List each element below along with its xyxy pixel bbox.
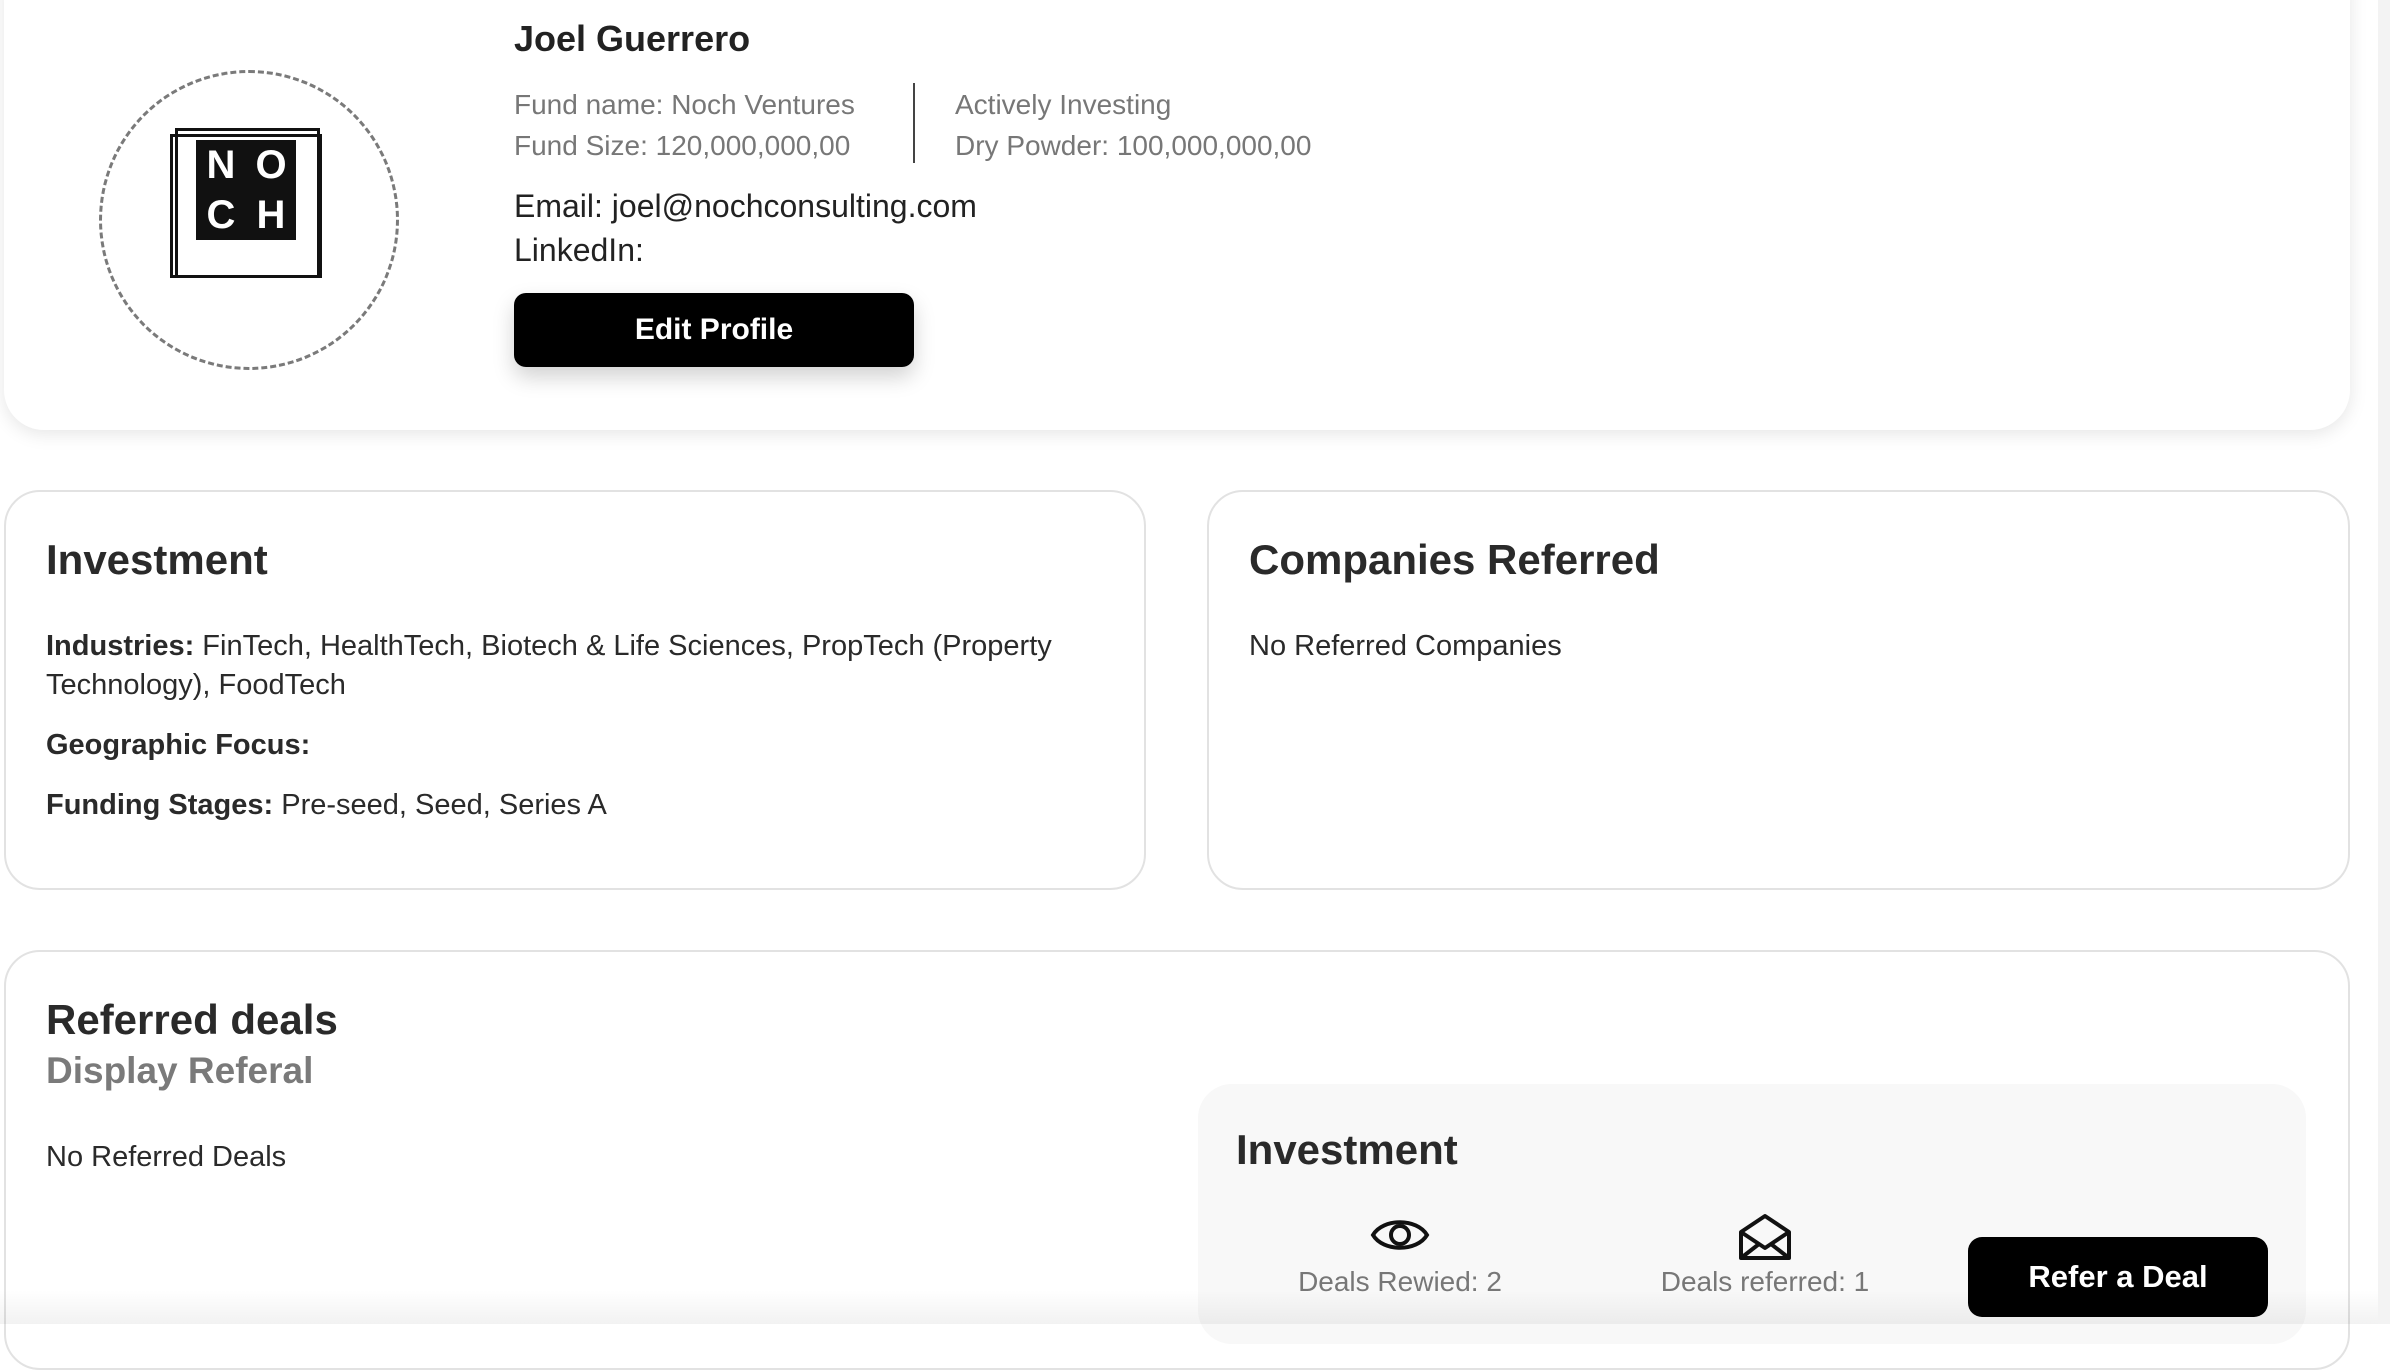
linkedin: LinkedIn: (514, 232, 644, 268)
fund-name: Fund name: Noch Ventures (514, 89, 855, 120)
geo-label: Geographic Focus: (46, 729, 311, 761)
logo-letter: H (256, 193, 286, 237)
edit-profile-button[interactable]: Edit Profile (514, 293, 914, 367)
deals-reviewed-stat: Deals Rewied: 2 (1280, 1212, 1520, 1298)
deals-referred-stat: Deals referred: 1 (1640, 1212, 1890, 1298)
industries-label: Industries: (46, 630, 195, 662)
funding-stages: Funding Stages: Pre-seed, Seed, Series A (46, 786, 607, 825)
envelope-open-icon (1739, 1214, 1791, 1260)
scrollbar-track[interactable] (2378, 0, 2390, 1324)
logo-letter: O (255, 143, 287, 187)
email: Email: joel@nochconsulting.com (514, 188, 977, 224)
geographic-focus: Geographic Focus: (46, 726, 310, 765)
bottom-fade (0, 1290, 2390, 1324)
stages-label: Funding Stages: (46, 789, 274, 821)
stages-value: Pre-seed, Seed, Series A (273, 789, 607, 821)
investment-title: Investment (46, 536, 268, 583)
deals-empty: No Referred Deals (46, 1141, 287, 1173)
companies-empty: No Referred Companies (1249, 630, 1562, 662)
fund-divider (913, 83, 915, 163)
companies-title: Companies Referred (1249, 536, 1660, 583)
industries-value: FinTech, HealthTech, Biotech & Life Scie… (46, 630, 1052, 701)
eye-icon (1370, 1220, 1430, 1250)
logo-letter: N (206, 143, 236, 187)
dry-powder: Dry Powder: 100,000,000,00 (955, 130, 1312, 161)
fund-info: Fund name: Noch Ventures Fund Size: 120,… (514, 84, 855, 166)
fund-status: Actively Investing Dry Powder: 100,000,0… (955, 84, 1311, 166)
contact-info: Email: joel@nochconsulting.com LinkedIn: (514, 184, 977, 272)
logo-letter: C (206, 193, 236, 237)
display-referral-toggle[interactable]: Display Referal (46, 1050, 313, 1092)
fund-logo: N O C H (196, 140, 296, 240)
deal-stats-title: Investment (1236, 1126, 1458, 1173)
investing-status: Actively Investing (955, 89, 1172, 120)
profile-name: Joel Guerrero (514, 18, 751, 59)
fund-size: Fund Size: 120,000,000,00 (514, 130, 851, 161)
industries: Industries: FinTech, HealthTech, Biotech… (46, 627, 1106, 705)
deals-title: Referred deals (46, 996, 338, 1043)
